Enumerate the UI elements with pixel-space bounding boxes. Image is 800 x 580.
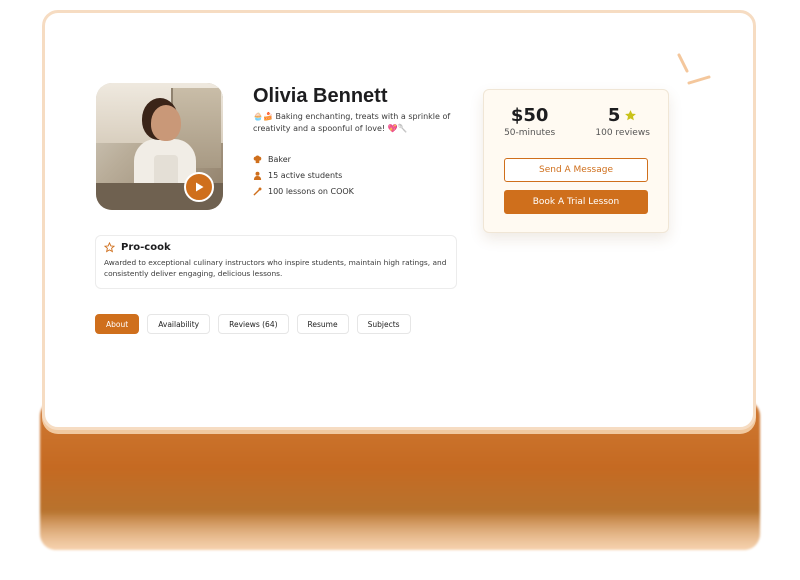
price-stat: $50 50-minutes xyxy=(504,104,556,139)
tutor-bio: 🧁🍰 Baking enchanting, treats with a spri… xyxy=(253,111,463,135)
sparkle-decoration-icon xyxy=(677,53,711,85)
lessons-icon xyxy=(253,187,262,195)
play-icon[interactable] xyxy=(184,172,214,202)
tab-subjects[interactable]: Subjects xyxy=(356,314,411,334)
profile-video-thumbnail[interactable] xyxy=(96,83,223,210)
booking-card: $50 50-minutes 5 100 reviews Send A Mess… xyxy=(483,89,669,233)
fact-lessons: 100 lessons on COOK xyxy=(253,183,354,199)
tab-resume[interactable]: Resume xyxy=(296,314,349,334)
tab-reviews[interactable]: Reviews (64) xyxy=(218,314,289,334)
fact-lessons-label: 100 lessons on COOK xyxy=(268,186,354,196)
fact-role-label: Baker xyxy=(268,154,291,164)
bio-emoji-start: 🧁🍰 xyxy=(253,112,273,121)
fact-students: 15 active students xyxy=(253,167,354,183)
tab-about[interactable]: About xyxy=(95,314,140,334)
tutor-name: Olivia Bennett xyxy=(253,85,388,107)
book-trial-button[interactable]: Book A Trial Lesson xyxy=(504,190,648,214)
bio-emoji-end: 💖🥄 xyxy=(387,124,408,133)
tab-availability[interactable]: Availability xyxy=(147,314,211,334)
chef-hat-icon xyxy=(253,155,262,163)
review-count: 100 reviews xyxy=(595,128,650,138)
person-icon xyxy=(253,171,262,180)
lesson-duration: 50-minutes xyxy=(504,128,556,138)
bio-text: Baking enchanting, treats with a sprinkl… xyxy=(253,112,451,133)
badge-title: Pro-cook xyxy=(121,242,171,253)
rating-value: 5 xyxy=(607,104,621,126)
price-value: $50 xyxy=(510,104,549,126)
star-icon xyxy=(625,109,637,120)
tutor-profile-card: Olivia Bennett 🧁🍰 Baking enchanting, tre… xyxy=(42,10,756,430)
profile-tabs: About Availability Reviews (64) Resume S… xyxy=(95,314,411,334)
fact-students-label: 15 active students xyxy=(268,170,343,180)
badge-description: Awarded to exceptional culinary instruct… xyxy=(104,258,447,278)
tutor-facts: Baker 15 active students 100 lessons on … xyxy=(253,151,354,199)
pro-cook-badge: Pro-cook Awarded to exceptional culinary… xyxy=(95,235,457,289)
star-outline-icon xyxy=(104,242,115,253)
send-message-button[interactable]: Send A Message xyxy=(504,158,648,182)
fact-role: Baker xyxy=(253,151,354,167)
rating-stat: 5 100 reviews xyxy=(595,104,650,139)
